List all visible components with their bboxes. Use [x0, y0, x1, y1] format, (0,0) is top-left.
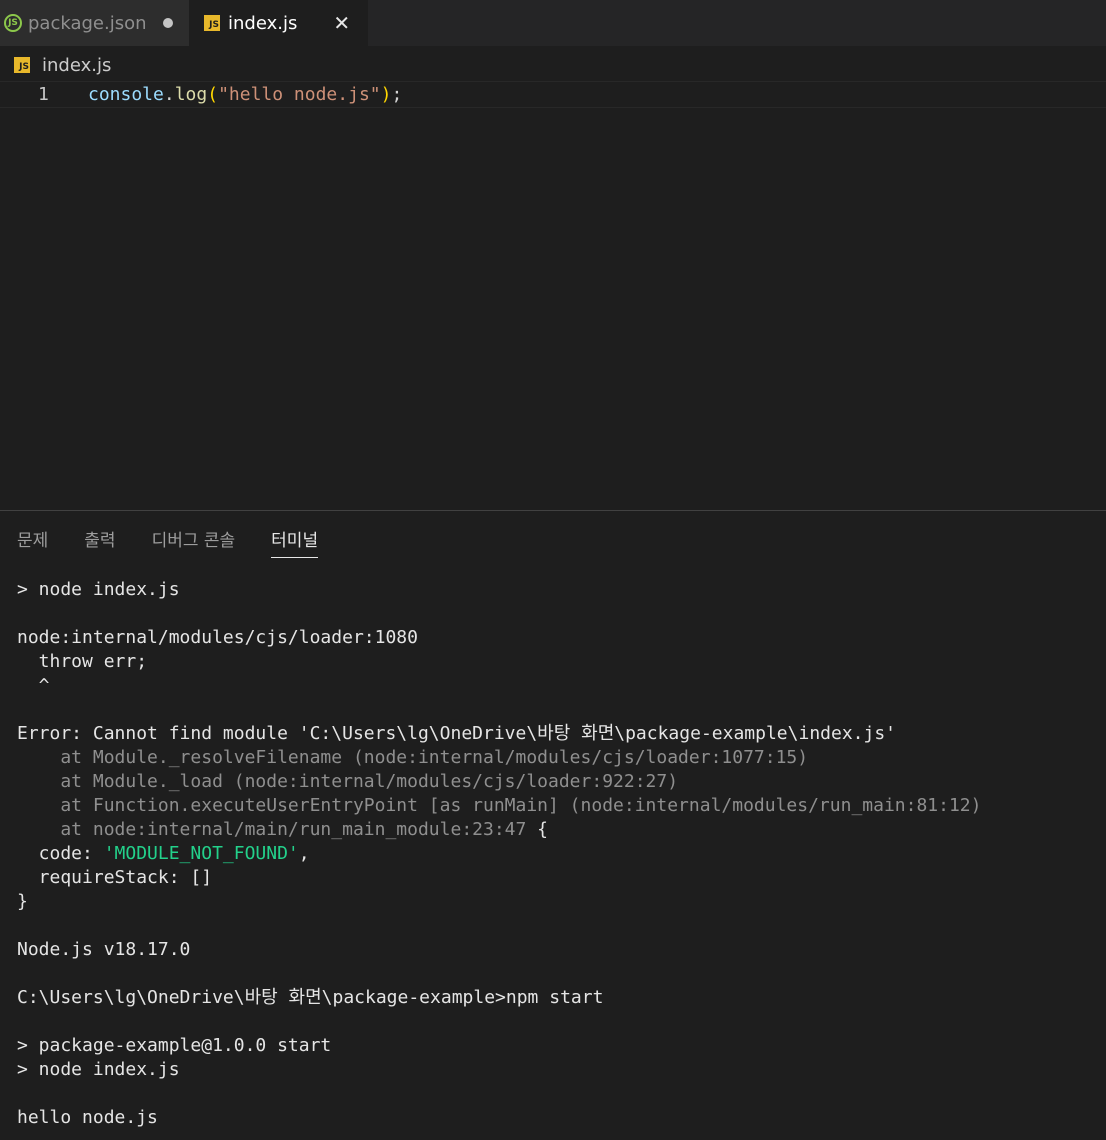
js-file-icon: JS — [204, 15, 220, 31]
terminal-line: requireStack: [] — [17, 867, 213, 888]
terminal-line: ^ — [17, 675, 50, 696]
terminal-line: throw err; — [17, 651, 148, 672]
terminal-line: > package-example@1.0.0 start — [17, 1035, 332, 1056]
code-token-paren-open: ( — [207, 84, 219, 105]
terminal-line: at node:internal/main/run_main_module:23… — [17, 819, 527, 840]
terminal-line: { — [526, 819, 549, 840]
tab-index-js[interactable]: JS index.js ✕ — [189, 0, 368, 46]
tab-label: package.json — [28, 12, 147, 34]
terminal-line: > node index.js — [17, 579, 180, 600]
terminal-line: at Module._load (node:internal/modules/c… — [17, 771, 679, 792]
tab-label: index.js — [228, 12, 298, 34]
terminal-line: hello node.js — [17, 1107, 158, 1128]
terminal-line: Node.js v18.17.0 — [17, 939, 191, 960]
terminal-line: code: — [17, 843, 104, 864]
breadcrumb-file[interactable]: index.js — [42, 55, 111, 76]
js-file-icon: JS — [14, 57, 30, 73]
terminal-string: 'MODULE_NOT_FOUND' — [103, 843, 299, 864]
code-line[interactable]: console.log("hello node.js"); — [88, 84, 402, 105]
tab-problems[interactable]: 문제 — [17, 522, 48, 558]
tab-output[interactable]: 출력 — [84, 522, 115, 558]
terminal-line: , — [298, 843, 310, 864]
code-token-paren-close: ) — [380, 84, 392, 105]
terminal-line: C:\Users\lg\OneDrive\바탕 화면\package-examp… — [17, 987, 604, 1008]
tab-package-json[interactable]: JS package.json — [0, 0, 189, 46]
code-token-method: log — [174, 84, 208, 105]
line-number: 1 — [38, 84, 49, 105]
terminal-line: at Module._resolveFilename (node:interna… — [17, 747, 809, 768]
panel-tabs: 문제 출력 디버그 콘솔 터미널 — [0, 522, 319, 558]
code-token-string: "hello node.js" — [218, 84, 381, 105]
terminal-line: Error: Cannot find module 'C:\Users\lg\O… — [17, 723, 897, 744]
breadcrumb[interactable]: JS index.js — [14, 52, 111, 78]
editor-tab-bar: JS package.json JS index.js ✕ — [0, 0, 1106, 46]
tab-terminal[interactable]: 터미널 — [271, 522, 319, 558]
terminal-line: at Function.executeUserEntryPoint [as ru… — [17, 795, 982, 816]
code-token-object: console — [88, 84, 164, 105]
close-icon[interactable]: ✕ — [333, 11, 350, 35]
unsaved-dot-icon[interactable] — [162, 18, 173, 28]
tab-debug-console[interactable]: 디버그 콘솔 — [152, 522, 236, 558]
terminal-line: } — [17, 891, 28, 912]
editor-line[interactable]: 1 console.log("hello node.js"); — [0, 81, 1106, 108]
nodejs-icon: JS — [4, 14, 22, 32]
terminal-output[interactable]: > node index.js node:internal/modules/cj… — [17, 578, 1097, 1140]
code-token-semicolon: ; — [391, 84, 403, 105]
code-token-dot: . — [163, 84, 175, 105]
panel-divider[interactable] — [0, 510, 1106, 511]
terminal-line: node:internal/modules/cjs/loader:1080 — [17, 627, 418, 648]
terminal-line: > node index.js — [17, 1059, 180, 1080]
